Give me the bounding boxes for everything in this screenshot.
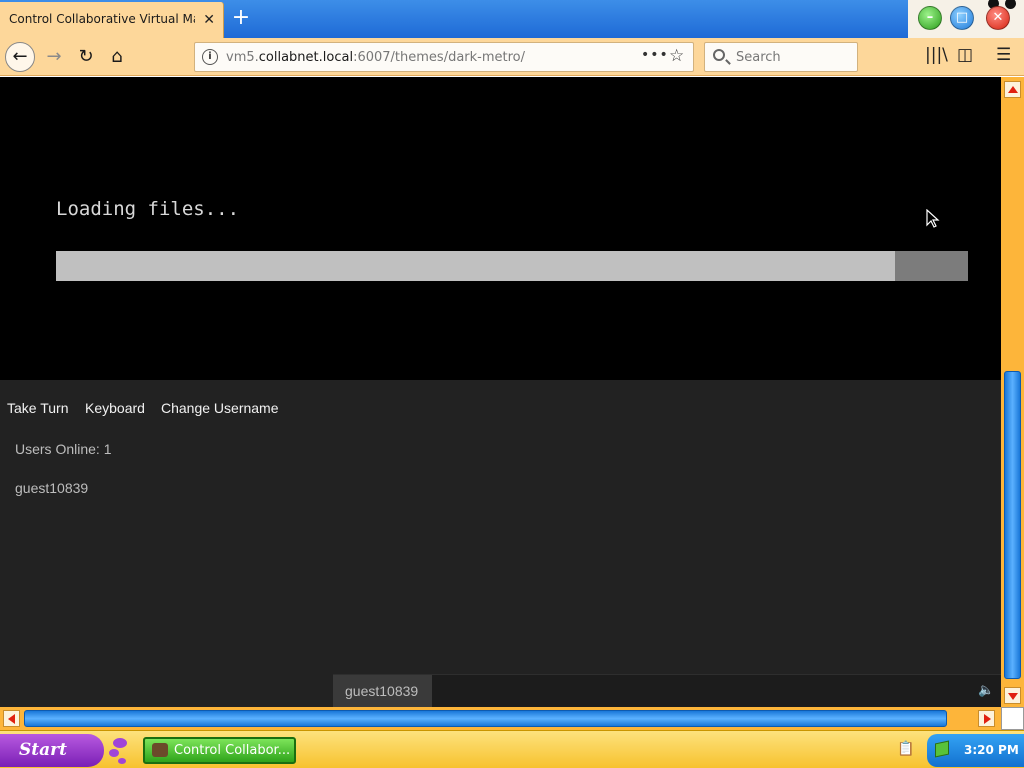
new-tab-icon[interactable]: + xyxy=(230,7,252,30)
search-bar[interactable]: Search xyxy=(704,42,858,72)
vm-display[interactable]: Loading files... xyxy=(0,77,1001,380)
loading-progress-bar xyxy=(56,251,968,281)
loading-message: Loading files... xyxy=(56,198,240,220)
maximize-window-button[interactable]: □ xyxy=(950,6,974,30)
firefox-icon xyxy=(152,743,168,757)
volume-icon[interactable]: 🔈 xyxy=(978,683,994,698)
taskbar-app-button[interactable]: Control Collabor... xyxy=(143,737,296,764)
url-host: collabnet.local xyxy=(258,50,354,65)
arrow-right-icon xyxy=(984,714,991,724)
close-window-button[interactable]: ✕ xyxy=(986,6,1010,30)
sidebar-toggle-icon[interactable]: ◫ xyxy=(957,45,973,65)
change-username-button[interactable]: Change Username xyxy=(161,400,279,416)
active-tab[interactable]: Control Collaborative Virtual Ma ✕ xyxy=(0,2,224,38)
chat-username-label: guest10839 xyxy=(333,675,432,707)
horizontal-scroll-thumb[interactable] xyxy=(24,710,947,727)
start-button[interactable]: Start xyxy=(0,734,104,767)
arrow-down-icon xyxy=(1008,693,1018,700)
scroll-left-button[interactable] xyxy=(3,710,20,727)
page-actions-icon[interactable]: ••• xyxy=(641,47,669,63)
vertical-scrollbar[interactable] xyxy=(1001,77,1024,707)
page-content: Loading files... Take Turn Keyboard Chan… xyxy=(0,77,1001,707)
tab-strip: Control Collaborative Virtual Ma ✕ + – □… xyxy=(0,0,1024,38)
url-host-prefix: vm5. xyxy=(226,50,259,65)
system-tray: 3:20 PM xyxy=(927,734,1024,767)
scrollbar-corner xyxy=(1001,707,1024,730)
home-icon: ⌂ xyxy=(111,46,123,67)
forward-button[interactable]: → xyxy=(40,43,68,71)
scroll-up-button[interactable] xyxy=(1004,81,1021,98)
back-arrow-icon: ← xyxy=(12,46,28,67)
minimize-window-button[interactable]: – xyxy=(918,6,942,30)
loading-progress-fill xyxy=(56,251,895,281)
clock[interactable]: 3:20 PM xyxy=(964,743,1019,757)
clipboard-icon[interactable]: 📋 xyxy=(897,741,914,757)
navigation-bar: ← → ↻ ⌂ i vm5.collabnet.local:6007/theme… xyxy=(0,38,1024,76)
search-icon xyxy=(713,49,725,61)
ear-decoration-right xyxy=(1005,0,1016,9)
arrow-left-icon xyxy=(8,714,15,724)
chat-input[interactable] xyxy=(432,675,972,707)
vertical-scroll-thumb[interactable] xyxy=(1004,371,1021,679)
taskbar: Start Control Collabor... 📋 3:20 PM xyxy=(0,730,1024,768)
site-info-icon[interactable]: i xyxy=(202,49,218,65)
url-text[interactable]: vm5.collabnet.local:6007/themes/dark-met… xyxy=(226,50,525,65)
maximize-icon: □ xyxy=(955,10,969,25)
taskbar-app-label: Control Collabor... xyxy=(174,743,291,758)
forward-arrow-icon: → xyxy=(46,46,62,67)
home-button[interactable]: ⌂ xyxy=(103,43,131,71)
reload-icon: ↻ xyxy=(78,46,94,67)
url-path: :6007/themes/dark-metro/ xyxy=(353,50,526,65)
library-icon[interactable]: |||\ xyxy=(925,45,948,65)
mouse-cursor-icon xyxy=(926,209,940,228)
minimize-icon: – xyxy=(926,10,934,25)
arrow-up-icon xyxy=(1008,86,1018,93)
scroll-right-button[interactable] xyxy=(978,710,995,727)
bookmark-star-icon[interactable]: ☆ xyxy=(669,46,684,66)
reload-button[interactable]: ↻ xyxy=(72,43,100,71)
hamburger-menu-icon[interactable]: ☰ xyxy=(996,45,1011,65)
horizontal-scrollbar[interactable] xyxy=(0,707,1001,730)
chat-bar: guest10839 🔈 xyxy=(333,674,1001,707)
users-online-count: Users Online: 1 xyxy=(15,441,112,457)
network-icon[interactable] xyxy=(935,740,949,758)
start-splash-icon xyxy=(109,738,127,764)
search-placeholder: Search xyxy=(736,50,781,65)
vm-toolbar: Take Turn Keyboard Change Username xyxy=(0,380,1001,430)
close-window-icon: ✕ xyxy=(992,10,1004,25)
url-bar[interactable]: i vm5.collabnet.local:6007/themes/dark-m… xyxy=(194,42,694,72)
tab-title: Control Collaborative Virtual Ma xyxy=(9,12,195,26)
take-turn-button[interactable]: Take Turn xyxy=(7,400,68,416)
user-list-item: guest10839 xyxy=(15,480,89,496)
close-tab-icon[interactable]: ✕ xyxy=(203,12,215,28)
back-button[interactable]: ← xyxy=(5,42,35,72)
scroll-down-button[interactable] xyxy=(1004,687,1021,704)
keyboard-button[interactable]: Keyboard xyxy=(85,400,145,416)
